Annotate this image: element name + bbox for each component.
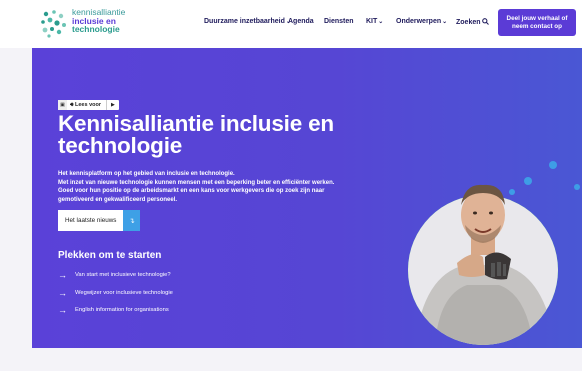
start-link-english[interactable]: → English information for organisations <box>58 305 169 315</box>
lees-voor-label: Lees voor <box>75 102 101 108</box>
arrow-right-icon: → <box>58 305 67 315</box>
page-bottom-strip <box>0 348 582 371</box>
nav-item-agenda[interactable]: Agenda <box>288 18 314 25</box>
readspeaker-widget[interactable]: ▣ 🔊︎ Lees voor ▶ <box>58 100 119 110</box>
nav-label: Diensten <box>324 18 354 25</box>
chevron-down-icon: ⌄ <box>378 19 384 25</box>
lees-voor-button[interactable]: 🔊︎ Lees voor <box>67 100 106 110</box>
contact-cta-button[interactable]: Deel jouw verhaal of neem contact op <box>498 9 576 36</box>
nav-label: KIT <box>366 18 378 25</box>
start-link-label: Van start met inclusieve technologie? <box>75 272 171 278</box>
arrow-right-icon: → <box>58 288 67 298</box>
hero-intro: Het kennisplatform op het gebied van inc… <box>58 170 348 204</box>
start-link-wegwijzer[interactable]: → Wegwijzer voor inclusieve technologie <box>58 288 173 298</box>
chevron-down-icon: ⌄ <box>442 19 448 25</box>
speaker-icon: 🔊︎ <box>70 101 74 108</box>
logo-line-3: technologie <box>72 24 120 34</box>
decorative-dot <box>524 177 532 185</box>
nav-label: Duurzame inzetbaarheid <box>204 18 285 25</box>
arrow-down-right-icon: ↴ <box>123 210 141 231</box>
decorative-dot <box>549 161 557 169</box>
readspeaker-icon: ▣ <box>58 100 67 110</box>
cta-line-2: neem contact op <box>511 22 563 30</box>
nav-item-diensten[interactable]: Diensten <box>324 18 354 25</box>
nav-item-zoeken[interactable]: Zoeken <box>456 18 490 26</box>
start-link-label: English information for organisations <box>75 307 169 313</box>
logo-dots-icon <box>41 10 66 38</box>
decorative-dot <box>574 184 580 190</box>
intro-line-1: Het kennisplatform op het gebied van inc… <box>58 171 235 177</box>
start-link-label: Wegwijzer voor inclusieve technologie <box>75 290 173 296</box>
nav-item-duurzame-inzetbaarheid[interactable]: Duurzame inzetbaarheid⌄ <box>204 18 291 25</box>
latest-news-label: Het laatste nieuws <box>58 210 124 231</box>
nav-item-onderwerpen[interactable]: Onderwerpen⌄ <box>396 18 447 25</box>
intro-line-2: Met inzet van nieuwe technologie kunnen … <box>58 179 335 203</box>
hero-portrait-image <box>408 161 580 345</box>
nav-label: Onderwerpen <box>396 18 442 25</box>
nav-item-kit[interactable]: KIT⌄ <box>366 18 383 25</box>
play-icon[interactable]: ▶ <box>105 100 119 110</box>
logo-text[interactable]: kennisalliantie inclusie en technologie <box>72 8 172 34</box>
cta-line-1: Deel jouw verhaal of <box>506 14 568 22</box>
decorative-dot <box>509 189 515 195</box>
arrow-right-icon: → <box>58 270 67 280</box>
nav-label: Agenda <box>288 18 314 25</box>
search-icon <box>482 18 490 25</box>
page-title: Kennisalliantie inclusie en technologie <box>58 111 334 158</box>
latest-news-button[interactable]: Het laatste nieuws ↴ <box>58 210 141 231</box>
site-header: kennisalliantie inclusie en technologie … <box>0 0 582 48</box>
start-link-van-start[interactable]: → Van start met inclusieve technologie? <box>58 270 171 280</box>
nav-label: Zoeken <box>456 19 481 26</box>
start-section-title: Plekken om te starten <box>58 250 162 261</box>
